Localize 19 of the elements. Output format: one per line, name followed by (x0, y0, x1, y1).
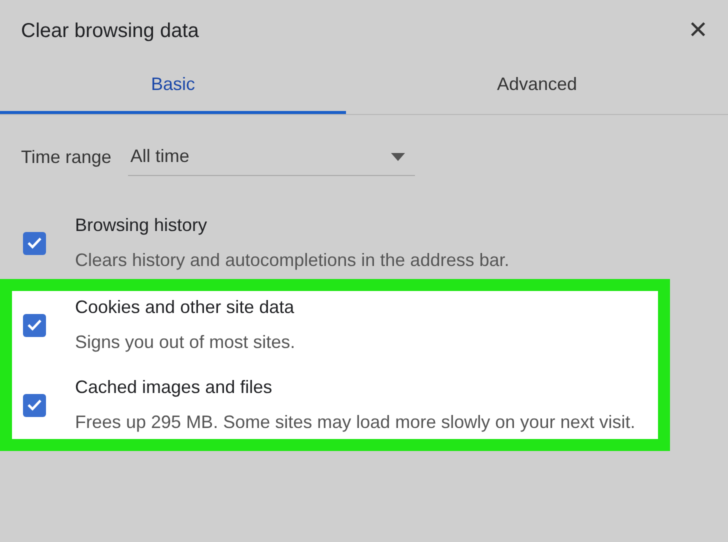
option-description: Clears history and autocompletions in the address bar. (75, 249, 510, 272)
option-title: Browsing history (75, 214, 208, 237)
tab[interactable]: Advanced (346, 62, 728, 114)
time-range-dropdown[interactable]: All time (128, 138, 416, 176)
option-description: Signs you out of most sites. (75, 331, 296, 354)
field-label: Time range (21, 146, 112, 169)
option-title: Cookies and other site data (75, 296, 296, 319)
tab[interactable]: Basic (0, 62, 346, 114)
check-icon (27, 399, 42, 411)
check-icon (27, 237, 42, 249)
caret-icon (391, 152, 406, 160)
option-title: Cached images and files (75, 376, 274, 399)
check-icon (27, 319, 42, 331)
option-description: Frees up 295 MB. Some sites may load more slowly on your next visit. (75, 411, 636, 434)
close-button[interactable]: ✕ (684, 19, 712, 43)
checkbox[interactable] (23, 394, 46, 416)
dialog-title: Clear browsing data (21, 19, 199, 44)
checkbox[interactable] (23, 232, 46, 254)
checkbox[interactable] (23, 314, 46, 336)
